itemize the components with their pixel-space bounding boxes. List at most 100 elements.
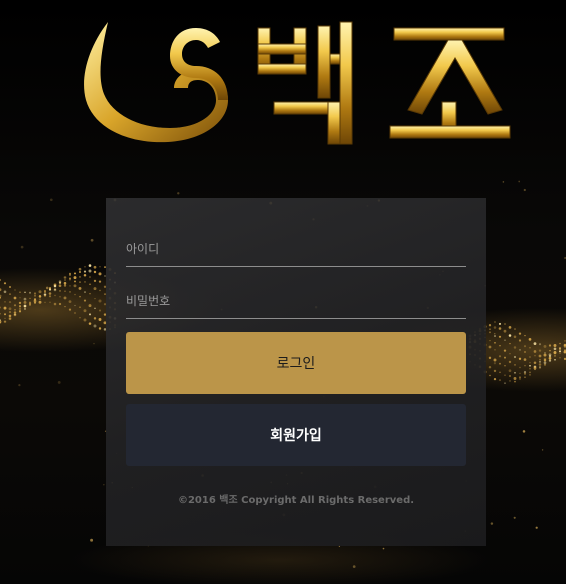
particle-dot <box>79 306 81 308</box>
particle-dot <box>499 371 501 374</box>
particle-dot <box>513 335 517 339</box>
particle-dot <box>352 565 356 568</box>
particle-dot <box>98 309 102 312</box>
particle-dot <box>45 286 49 290</box>
particle-dot <box>73 276 77 280</box>
join-button-label: 회원가입 <box>270 428 322 444</box>
particle-dot <box>3 306 7 310</box>
particle-dot <box>513 377 517 380</box>
particle-dot <box>19 308 21 311</box>
particle-dot <box>519 372 521 374</box>
particle-dot <box>63 276 67 279</box>
particle-dot <box>9 286 11 288</box>
particle-dot <box>499 345 501 347</box>
particle-dot <box>83 274 87 277</box>
particle-dot <box>488 324 492 327</box>
particle-dot <box>559 342 561 345</box>
particle-dot <box>488 365 492 369</box>
particle-dot <box>84 291 86 294</box>
particle-dot <box>0 306 1 309</box>
particle-dot <box>19 305 21 308</box>
particle-dot <box>513 516 516 519</box>
particle-dot <box>98 272 102 276</box>
particle-dot <box>89 276 91 278</box>
particle-dot <box>39 298 41 300</box>
particle-dot <box>539 358 541 361</box>
particle-dot <box>538 354 542 358</box>
particle-dot <box>18 383 21 387</box>
particle-dot <box>524 351 526 353</box>
swan-icon <box>84 22 228 143</box>
particle-dot <box>518 377 522 380</box>
particle-dot <box>543 361 547 365</box>
particle-dot <box>529 356 531 358</box>
copyright-text: ©2016 백조 Copyright All Rights Reserved. <box>177 495 415 506</box>
particle-dot <box>499 362 501 365</box>
particle-dot <box>509 353 511 355</box>
particle-dot <box>528 338 532 341</box>
particle-dot <box>98 299 102 303</box>
particle-dot <box>514 371 516 374</box>
particle-dot <box>494 342 496 344</box>
particle-dot <box>502 181 505 183</box>
particle-dot <box>29 297 31 300</box>
particle-dot <box>79 275 81 278</box>
particle-dot <box>490 522 494 525</box>
particle-dot <box>90 238 94 242</box>
particle-dot <box>4 317 6 319</box>
particle-dot <box>93 279 97 283</box>
particle-dot <box>544 352 546 354</box>
id-field <box>126 232 466 267</box>
particle-dot <box>518 332 522 335</box>
particle-dot <box>529 371 531 374</box>
particle-dot <box>538 363 542 366</box>
particle-dot <box>53 285 57 288</box>
particle-dot <box>493 362 496 365</box>
particle-dot <box>518 339 522 342</box>
particle-dot <box>535 526 538 529</box>
particle-dot <box>23 304 27 308</box>
particle-dot <box>53 302 57 306</box>
brand-logo <box>78 18 518 152</box>
particle-dot <box>548 357 552 360</box>
particle-dot <box>508 369 512 373</box>
particle-dot <box>74 272 76 275</box>
particle-dot <box>14 313 16 316</box>
particle-dot <box>83 309 87 313</box>
particle-dot <box>8 314 12 318</box>
particle-dot <box>509 380 511 382</box>
particle-dot <box>504 339 506 341</box>
particle-dot <box>43 290 47 293</box>
login-button[interactable]: 로그인 <box>126 332 466 394</box>
particle-dot <box>74 304 76 307</box>
particle-dot <box>84 281 86 283</box>
id-input[interactable] <box>126 232 466 266</box>
particle-dot <box>79 271 81 273</box>
particle-dot <box>513 346 517 349</box>
particle-dot <box>503 329 507 333</box>
particle-dot <box>498 335 502 338</box>
particle-dot <box>89 293 91 295</box>
particle-dot <box>57 380 61 384</box>
particle-dot <box>538 360 542 363</box>
join-button[interactable]: 회원가입 <box>126 404 466 466</box>
particle-dot <box>559 352 561 354</box>
password-input[interactable] <box>126 284 466 318</box>
particle-dot <box>498 327 502 330</box>
particle-dot <box>49 288 51 291</box>
particle-dot <box>29 304 31 307</box>
particle-dot <box>504 365 506 367</box>
particle-dot <box>78 267 82 271</box>
particle-dot <box>543 357 547 361</box>
particle-dot <box>19 297 21 299</box>
particle-dot <box>489 328 491 330</box>
particle-dot <box>24 291 26 293</box>
particle-dot <box>38 295 42 298</box>
particle-dot <box>533 361 537 364</box>
particle-dot <box>519 376 521 379</box>
particle-dot <box>538 349 542 352</box>
particle-dot <box>54 294 56 297</box>
particle-dot <box>534 368 536 371</box>
particle-dot <box>524 364 526 367</box>
particle-dot <box>489 340 491 342</box>
